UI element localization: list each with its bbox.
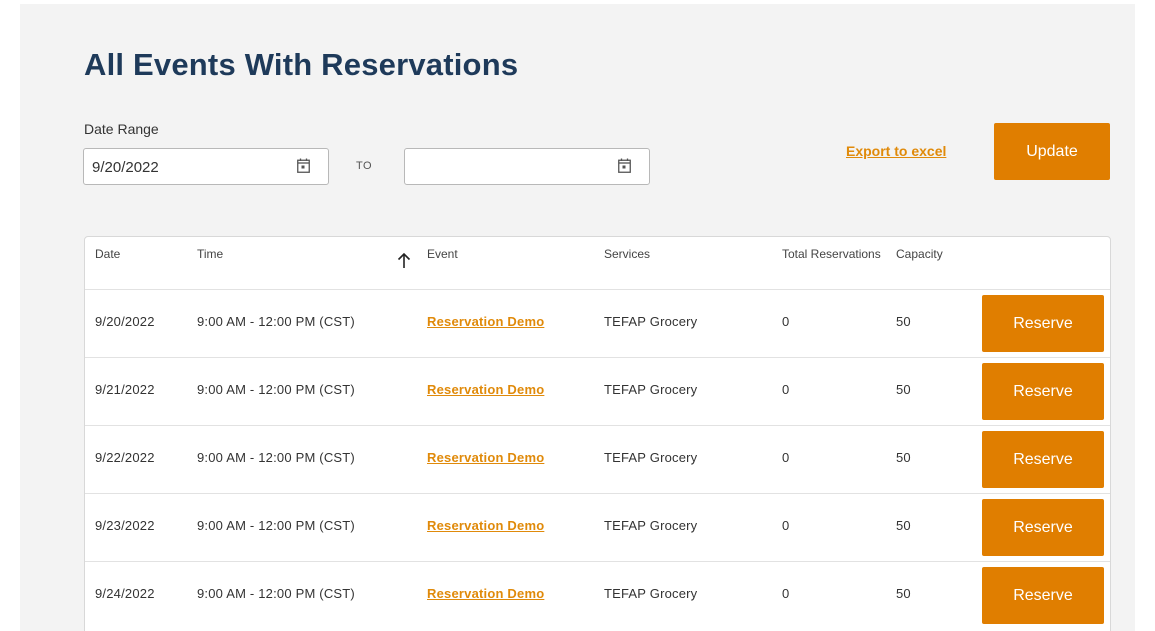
event-link[interactable]: Reservation Demo	[427, 586, 544, 601]
row-time: 9:00 AM - 12:00 PM (CST)	[197, 314, 355, 329]
reservations-table: Date Time Event Services Total Reservati…	[84, 236, 1111, 631]
event-link[interactable]: Reservation Demo	[427, 518, 544, 533]
row-total-reservations: 0	[782, 314, 790, 329]
row-time: 9:00 AM - 12:00 PM (CST)	[197, 450, 355, 465]
row-date: 9/22/2022	[95, 450, 155, 465]
row-services: TEFAP Grocery	[604, 314, 698, 329]
row-capacity: 50	[896, 314, 911, 329]
row-date: 9/21/2022	[95, 382, 155, 397]
reserve-button[interactable]: Reserve	[982, 431, 1104, 488]
arrow-up-icon[interactable]	[397, 251, 411, 269]
row-time: 9:00 AM - 12:00 PM (CST)	[197, 586, 355, 601]
reserve-button[interactable]: Reserve	[982, 295, 1104, 352]
table-row: 9/24/2022 9:00 AM - 12:00 PM (CST) Reser…	[85, 561, 1110, 629]
export-to-excel-link[interactable]: Export to excel	[846, 143, 946, 159]
header-date[interactable]: Date	[95, 248, 120, 261]
table-row: 9/22/2022 9:00 AM - 12:00 PM (CST) Reser…	[85, 425, 1110, 493]
event-link[interactable]: Reservation Demo	[427, 314, 544, 329]
row-total-reservations: 0	[782, 518, 790, 533]
row-total-reservations: 0	[782, 450, 790, 465]
row-capacity: 50	[896, 518, 911, 533]
table-row: 9/23/2022 9:00 AM - 12:00 PM (CST) Reser…	[85, 493, 1110, 561]
start-date-input[interactable]: 9/20/2022	[83, 148, 329, 185]
header-event[interactable]: Event	[427, 248, 458, 261]
row-services: TEFAP Grocery	[604, 586, 698, 601]
row-services: TEFAP Grocery	[604, 382, 698, 397]
header-time[interactable]: Time	[197, 248, 223, 261]
end-date-input[interactable]	[404, 148, 650, 185]
row-capacity: 50	[896, 382, 911, 397]
calendar-icon[interactable]	[618, 158, 631, 173]
start-date-value: 9/20/2022	[92, 159, 159, 176]
event-link[interactable]: Reservation Demo	[427, 450, 544, 465]
reserve-button[interactable]: Reserve	[982, 499, 1104, 556]
row-time: 9:00 AM - 12:00 PM (CST)	[197, 382, 355, 397]
row-date: 9/23/2022	[95, 518, 155, 533]
date-range-label: Date Range	[84, 121, 159, 137]
row-capacity: 50	[896, 450, 911, 465]
row-capacity: 50	[896, 586, 911, 601]
update-button[interactable]: Update	[994, 123, 1110, 180]
header-total-reservations[interactable]: Total Reservations	[782, 248, 882, 261]
row-services: TEFAP Grocery	[604, 450, 698, 465]
page-title: All Events With Reservations	[84, 47, 519, 82]
header-capacity[interactable]: Capacity	[896, 248, 943, 261]
reserve-button[interactable]: Reserve	[982, 363, 1104, 420]
table-row: 9/20/2022 9:00 AM - 12:00 PM (CST) Reser…	[85, 289, 1110, 357]
to-label: TO	[356, 160, 373, 172]
row-time: 9:00 AM - 12:00 PM (CST)	[197, 518, 355, 533]
row-services: TEFAP Grocery	[604, 518, 698, 533]
calendar-icon[interactable]	[297, 158, 310, 173]
row-total-reservations: 0	[782, 586, 790, 601]
table-row: 9/21/2022 9:00 AM - 12:00 PM (CST) Reser…	[85, 357, 1110, 425]
row-date: 9/24/2022	[95, 586, 155, 601]
event-link[interactable]: Reservation Demo	[427, 382, 544, 397]
row-date: 9/20/2022	[95, 314, 155, 329]
reserve-button[interactable]: Reserve	[982, 567, 1104, 624]
header-services[interactable]: Services	[604, 248, 650, 261]
row-total-reservations: 0	[782, 382, 790, 397]
